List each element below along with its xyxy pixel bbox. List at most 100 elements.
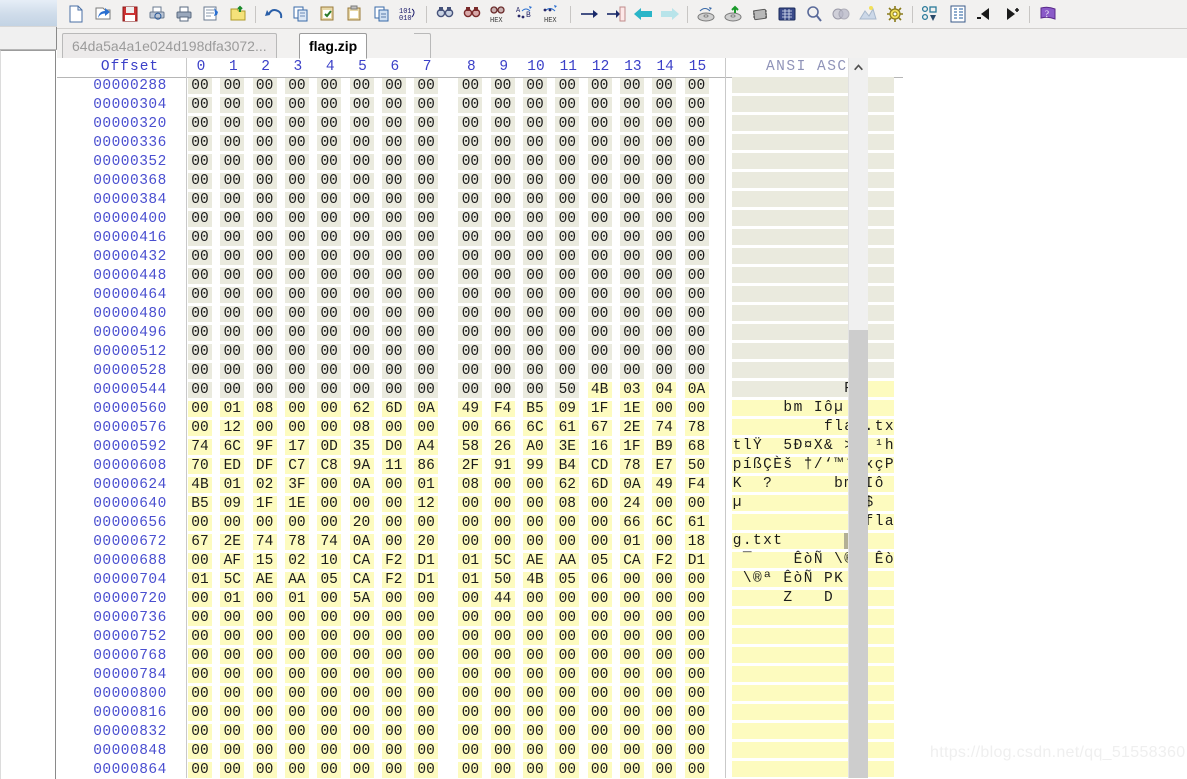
hex-byte[interactable]: F2 [381, 553, 406, 569]
row-bytes[interactable]: 00 00 00 00 00 20 00 00 00 00 00 00 00 66 6C 61 [188, 514, 720, 533]
hex-byte[interactable]: 00 [523, 192, 547, 208]
hex-byte[interactable]: 00 [619, 610, 644, 626]
hex-byte[interactable]: 00 [619, 743, 644, 759]
hex-byte[interactable]: 00 [252, 724, 277, 740]
ascii-char[interactable] [823, 628, 834, 644]
hex-byte[interactable]: 00 [490, 287, 515, 303]
hex-byte[interactable]: 00 [349, 154, 374, 170]
hex-byte[interactable]: 00 [317, 648, 342, 664]
hex-row[interactable]: 00000688 00 AF 15 02 10 CA F2 D1 01 5C AE AA 05 CA F2 D1… [57, 552, 903, 571]
hex-byte[interactable]: 00 [458, 154, 483, 170]
hex-byte[interactable]: 00 [619, 762, 644, 778]
hex-byte[interactable]: 00 [458, 534, 483, 550]
hex-byte[interactable]: 00 [381, 97, 406, 113]
hex-byte[interactable]: 00 [555, 325, 580, 341]
hex-byte[interactable]: 00 [188, 762, 212, 778]
ascii-char[interactable] [752, 495, 763, 511]
ascii-char[interactable]: Ê [782, 571, 793, 587]
hex-byte[interactable]: 08 [458, 477, 483, 493]
hex-byte[interactable]: 00 [523, 363, 547, 379]
hex-byte[interactable]: 08 [252, 401, 277, 417]
hex-byte[interactable]: 00 [555, 97, 580, 113]
hex-byte[interactable]: 05 [317, 572, 342, 588]
ascii-char[interactable] [762, 362, 773, 378]
hex-byte[interactable]: 00 [490, 477, 515, 493]
hex-byte[interactable]: 00 [349, 686, 374, 702]
ascii-char[interactable]: x [762, 533, 773, 549]
hex-byte[interactable]: 00 [284, 420, 309, 436]
hex-byte[interactable]: 00 [490, 344, 515, 360]
hex-byte[interactable]: 00 [414, 154, 439, 170]
hex-byte[interactable]: 00 [414, 325, 439, 341]
hex-byte[interactable]: 66 [490, 420, 515, 436]
hex-byte[interactable]: 00 [317, 287, 342, 303]
ascii-char[interactable] [884, 381, 895, 397]
hex-byte[interactable]: 4B [188, 477, 212, 493]
hex-byte[interactable]: 67 [587, 420, 612, 436]
ascii-char[interactable] [752, 704, 763, 720]
ascii-char[interactable] [742, 495, 753, 511]
hex-byte[interactable]: 00 [317, 724, 342, 740]
hex-byte[interactable]: 00 [414, 648, 439, 664]
ascii-char[interactable]: ™ [833, 457, 844, 473]
ascii-char[interactable]: µ [732, 495, 743, 511]
hex-byte[interactable]: 1F [587, 401, 612, 417]
hex-byte[interactable]: 00 [523, 97, 547, 113]
hex-byte[interactable]: D1 [414, 553, 439, 569]
hex-byte[interactable]: 09 [555, 401, 580, 417]
ascii-char[interactable] [802, 476, 814, 492]
hex-byte[interactable]: 00 [555, 610, 580, 626]
hex-byte[interactable]: 20 [349, 515, 374, 531]
ascii-char[interactable]: \ [742, 571, 753, 587]
ascii-char[interactable] [792, 590, 803, 606]
hex-byte[interactable]: 00 [349, 724, 374, 740]
hex-byte[interactable]: 00 [458, 97, 483, 113]
ascii-char[interactable]: t [732, 438, 743, 454]
hex-byte[interactable]: 58 [458, 439, 483, 455]
ascii-char[interactable] [792, 210, 803, 226]
hex-byte[interactable]: 00 [188, 154, 212, 170]
hex-byte[interactable]: 00 [220, 629, 245, 645]
hex-byte[interactable]: 00 [284, 667, 309, 683]
ascii-char[interactable] [732, 191, 743, 207]
hex-byte[interactable]: 00 [317, 591, 342, 607]
hex-byte[interactable]: 00 [252, 173, 277, 189]
hex-byte[interactable]: 00 [684, 268, 709, 284]
hex-byte[interactable]: 00 [188, 135, 212, 151]
hex-byte[interactable]: 00 [252, 344, 277, 360]
ascii-char[interactable] [823, 229, 834, 245]
hex-byte[interactable]: 00 [458, 306, 483, 322]
hex-byte[interactable]: 16 [587, 439, 612, 455]
hex-byte[interactable]: 00 [619, 629, 644, 645]
hex-row[interactable]: 00000464 00 00 00 00 00 00 00 00 00 00 00 00 00 00 00 00 [57, 286, 903, 305]
row-bytes[interactable]: 01 5C AE AA 05 CA F2 D1 01 50 4B 05 06 00 00 00 [188, 571, 720, 590]
hex-byte[interactable]: 0A [619, 477, 644, 493]
ascii-char[interactable] [873, 77, 885, 93]
hex-row[interactable]: 00000720 00 01 00 01 00 5A 00 00 00 44 00 00 00 00 00 00… [57, 590, 903, 609]
hex-byte[interactable]: 01 [414, 477, 439, 493]
ascii-char[interactable] [823, 267, 834, 283]
hex-byte[interactable]: 00 [414, 420, 439, 436]
hex-byte[interactable]: 00 [619, 591, 644, 607]
ascii-char[interactable] [732, 628, 743, 644]
ascii-char[interactable]: h [884, 438, 895, 454]
data-inspector-icon[interactable] [917, 2, 944, 27]
hex-byte[interactable]: 00 [652, 572, 677, 588]
ascii-char[interactable]: & [823, 438, 834, 454]
hex-byte[interactable]: 00 [458, 591, 483, 607]
ascii-char[interactable] [772, 324, 783, 340]
ascii-char[interactable] [772, 115, 783, 131]
ascii-char[interactable] [884, 229, 895, 245]
hex-byte[interactable]: 00 [652, 686, 677, 702]
ascii-char[interactable] [732, 400, 743, 416]
hex-byte[interactable]: 00 [381, 363, 406, 379]
hex-byte[interactable]: B4 [555, 458, 580, 474]
ascii-char[interactable] [742, 685, 753, 701]
ascii-char[interactable] [752, 514, 763, 530]
ascii-char[interactable] [742, 77, 753, 93]
hex-byte[interactable]: 00 [220, 78, 245, 94]
hex-byte[interactable]: 00 [284, 325, 309, 341]
hex-row[interactable]: 00000304 00 00 00 00 00 00 00 00 00 00 00 00 00 00 00 00 [57, 96, 903, 115]
hex-byte[interactable]: 00 [317, 686, 342, 702]
ascii-char[interactable] [732, 172, 743, 188]
